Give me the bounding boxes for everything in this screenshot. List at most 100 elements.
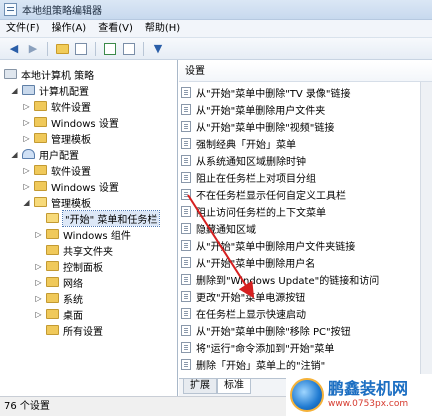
expand-icon[interactable]: ▷ bbox=[22, 102, 31, 111]
folder-icon bbox=[46, 277, 59, 287]
settings-column-header[interactable]: 设置 bbox=[179, 62, 432, 82]
folder-icon bbox=[46, 261, 59, 271]
setting-item[interactable]: 从"开始"菜单中删除"视频"链接 bbox=[181, 118, 421, 135]
setting-item[interactable]: 强制经典「开始」菜单 bbox=[181, 135, 421, 152]
site-watermark: 鹏鑫装机网 www.0753px.com bbox=[286, 374, 432, 416]
setting-item[interactable]: 从"开始"菜单中删除"TV 录像"链接 bbox=[181, 84, 421, 101]
tree-item-desktop[interactable]: ▷ 桌面 bbox=[34, 306, 83, 322]
watermark-url: www.0753px.com bbox=[328, 399, 409, 409]
policy-setting-icon bbox=[181, 138, 191, 149]
tree-label: 所有设置 bbox=[63, 326, 103, 338]
forward-arrow-icon[interactable]: ▶ bbox=[25, 41, 41, 57]
tree-label: 共享文件夹 bbox=[63, 246, 113, 258]
tree-label: Windows 组件 bbox=[63, 230, 131, 242]
tree-item-all-settings[interactable]: 所有设置 bbox=[46, 322, 103, 338]
policy-editor-icon bbox=[4, 3, 17, 16]
collapse-icon[interactable]: ◢ bbox=[22, 198, 31, 207]
annotation-arrow bbox=[187, 194, 255, 299]
setting-label: 将"运行"命令添加到"开始"菜单 bbox=[196, 344, 335, 355]
watermark-logo bbox=[290, 378, 324, 412]
folder-icon bbox=[46, 245, 59, 255]
tree-item-control-panel[interactable]: ▷ 控制面板 bbox=[34, 258, 103, 274]
toolbar: ◀ ▶ ▼ bbox=[0, 38, 432, 60]
tree-label: 控制面板 bbox=[63, 262, 103, 274]
tree-label: 管理模板 bbox=[51, 134, 91, 146]
policy-setting-icon bbox=[181, 121, 191, 132]
tree-label: 用户配置 bbox=[39, 150, 79, 162]
tree-item-computer-admin[interactable]: ▷ 管理模板 bbox=[22, 130, 91, 146]
export-list-icon[interactable] bbox=[102, 41, 118, 57]
folder-icon bbox=[46, 309, 59, 319]
tree-item-start-menu[interactable]: "开始" 菜单和任务栏 bbox=[46, 209, 161, 227]
setting-label: 从系统通知区域删除时钟 bbox=[196, 157, 306, 168]
policy-setting-icon bbox=[181, 87, 191, 98]
collapse-icon[interactable]: ◢ bbox=[10, 86, 19, 95]
tree-label: 管理模板 bbox=[51, 198, 91, 210]
policy-setting-icon bbox=[181, 104, 191, 115]
tree-item-system[interactable]: ▷ 系统 bbox=[34, 290, 83, 306]
up-folder-icon[interactable] bbox=[54, 41, 70, 57]
expand-icon[interactable]: ▷ bbox=[22, 118, 31, 127]
menu-action[interactable]: 操作(A) bbox=[46, 20, 93, 38]
menu-view[interactable]: 查看(V) bbox=[92, 20, 139, 38]
setting-item[interactable]: 删除「开始」菜单上的"注销" bbox=[181, 356, 421, 373]
tree-item-shared-folders[interactable]: 共享文件夹 bbox=[46, 242, 113, 258]
folder-open-icon bbox=[34, 197, 47, 207]
toolbar-divider bbox=[95, 41, 96, 56]
filter-icon[interactable]: ▼ bbox=[150, 41, 166, 57]
menu-file[interactable]: 文件(F) bbox=[0, 20, 46, 38]
expand-icon[interactable]: ▷ bbox=[22, 182, 31, 191]
tree-item-user-config[interactable]: ◢ 用户配置 bbox=[10, 146, 79, 162]
toolbar-divider bbox=[143, 41, 144, 56]
back-arrow-icon[interactable]: ◀ bbox=[6, 41, 22, 57]
tree-item-user-admin[interactable]: ◢ 管理模板 bbox=[22, 194, 91, 210]
tree-item-root[interactable]: 本地计算机 策略 bbox=[4, 66, 94, 82]
tree-label: 软件设置 bbox=[51, 102, 91, 114]
setting-item[interactable]: 将"运行"命令添加到"开始"菜单 bbox=[181, 339, 421, 356]
tree-item-network[interactable]: ▷ 网络 bbox=[34, 274, 83, 290]
folder-icon bbox=[46, 229, 59, 239]
setting-label: 从"开始"菜单中删除"TV 录像"链接 bbox=[196, 89, 351, 100]
expand-icon[interactable]: ▷ bbox=[22, 166, 31, 175]
expand-icon[interactable]: ▷ bbox=[22, 134, 31, 143]
expand-icon[interactable]: ▷ bbox=[34, 294, 43, 303]
folder-icon bbox=[34, 117, 47, 127]
tree-item-computer-config[interactable]: ◢ 计算机配置 bbox=[10, 82, 89, 98]
tree-label: 系统 bbox=[63, 294, 83, 306]
tab-standard[interactable]: 标准 bbox=[217, 379, 251, 394]
watermark-text: 鹏鑫装机网 www.0753px.com bbox=[328, 380, 408, 410]
collapse-icon[interactable]: ◢ bbox=[10, 150, 19, 159]
setting-item[interactable]: 从系统通知区域删除时钟 bbox=[181, 152, 421, 169]
setting-label: 从"开始"菜单删除用户文件夹 bbox=[196, 106, 326, 117]
tree-label: Windows 设置 bbox=[51, 118, 119, 130]
setting-item[interactable]: 从"开始"菜单中删除"移除 PC"按钮 bbox=[181, 322, 421, 339]
setting-label: 强制经典「开始」菜单 bbox=[196, 140, 296, 151]
folder-open-icon bbox=[46, 213, 59, 223]
setting-label: 从"开始"菜单中删除"移除 PC"按钮 bbox=[196, 327, 351, 338]
tree-item-user-windows[interactable]: ▷ Windows 设置 bbox=[22, 178, 119, 194]
properties-icon[interactable] bbox=[121, 41, 137, 57]
tree-item-user-software[interactable]: ▷ 软件设置 bbox=[22, 162, 91, 178]
expand-icon[interactable]: ▷ bbox=[34, 310, 43, 319]
tree-item-windows-components[interactable]: ▷ Windows 组件 bbox=[34, 226, 131, 242]
expand-icon[interactable]: ▷ bbox=[34, 262, 43, 271]
tab-extended[interactable]: 扩展 bbox=[183, 379, 217, 394]
user-icon bbox=[22, 149, 35, 159]
tree-label: 本地计算机 策略 bbox=[21, 70, 95, 82]
show-hide-tree-icon[interactable] bbox=[73, 41, 89, 57]
tree-item-computer-software[interactable]: ▷ 软件设置 bbox=[22, 98, 91, 114]
expand-icon[interactable]: ▷ bbox=[34, 278, 43, 287]
setting-item[interactable]: 从"开始"菜单删除用户文件夹 bbox=[181, 101, 421, 118]
folder-icon bbox=[46, 325, 59, 335]
expand-icon[interactable]: ▷ bbox=[34, 230, 43, 239]
computer-icon bbox=[22, 85, 35, 95]
tree-item-computer-windows[interactable]: ▷ Windows 设置 bbox=[22, 114, 119, 130]
watermark-main: 鹏鑫装机网 bbox=[328, 379, 409, 398]
settings-scrollbar[interactable] bbox=[420, 82, 432, 378]
policy-setting-icon bbox=[181, 155, 191, 166]
menu-help[interactable]: 帮助(H) bbox=[139, 20, 186, 38]
menu-bar: 文件(F) 操作(A) 查看(V) 帮助(H) bbox=[0, 20, 432, 38]
tree-label: 桌面 bbox=[63, 310, 83, 322]
tree-label: 软件设置 bbox=[51, 166, 91, 178]
title-bar: 本地组策略编辑器 bbox=[0, 0, 432, 20]
